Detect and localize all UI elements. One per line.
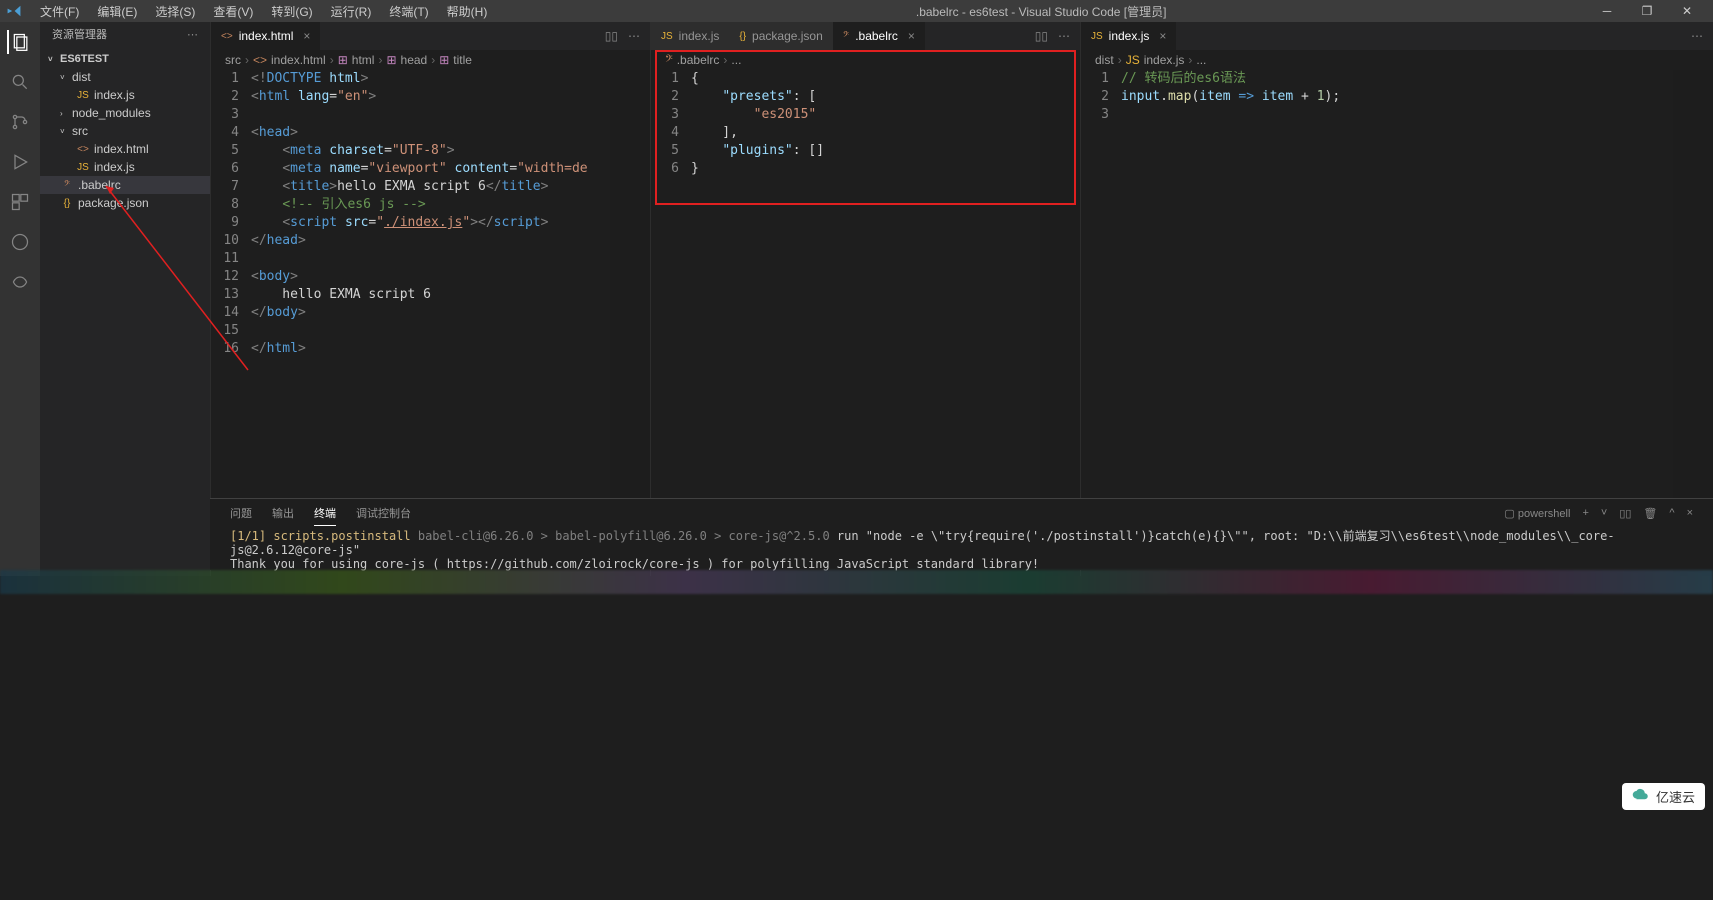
breadcrumb-3[interactable]: dist› JS index.js› ... [1081,50,1713,70]
terminal-shell-label[interactable]: ▢ powershell [1504,503,1570,524]
menu-run[interactable]: 运行(R) [323,1,380,22]
activity-bar [0,22,40,576]
search-icon[interactable] [8,70,32,94]
tab-indexhtml[interactable]: <>index.html× [211,22,320,50]
terminal-dropdown-icon[interactable]: ˅ [1601,503,1607,523]
panel-tab-output[interactable]: 输出 [272,501,294,525]
window-controls: ─ ❐ ✕ [1587,0,1707,22]
tabs-group-2: JSindex.js {}package.json 𝄢.babelrc× ▯▯ ⋯ [651,22,1080,50]
title-bar: 文件(F) 编辑(E) 选择(S) 查看(V) 转到(G) 运行(R) 终端(T… [0,0,1713,22]
close-icon[interactable]: × [908,29,915,43]
share-icon[interactable] [8,270,32,294]
panel-tab-terminal[interactable]: 终端 [314,501,336,526]
watermark-icon [1632,788,1650,806]
tree-folder-src: ˅src [40,122,210,140]
file-tree: ˅ES6TEST ˅dist JSindex.js ›node_modules … [40,46,210,216]
editor-group-2: JSindex.js {}package.json 𝄢.babelrc× ▯▯ ⋯… [650,22,1080,576]
tree-file-indexhtml[interactable]: <>index.html [40,140,210,158]
menu-edit[interactable]: 编辑(E) [89,1,145,22]
close-panel-icon[interactable]: × [1687,503,1693,523]
menu-file[interactable]: 文件(F) [32,1,87,22]
tree-folder-dist[interactable]: ˅dist [40,68,210,86]
editor-groups: <>index.html× ▯▯ ⋯ src› <> index.html› ⊞ … [210,22,1713,576]
tab-dist-indexjs[interactable]: JSindex.js× [1081,22,1176,50]
main-area: 资源管理器 ⋯ ˅ES6TEST ˅dist JSindex.js ›node_… [0,22,1713,576]
source-control-icon[interactable] [8,110,32,134]
image-artifact [0,570,1713,594]
tabs-group-3: JSindex.js× ⋯ [1081,22,1713,50]
panel-tab-debug[interactable]: 调试控制台 [356,501,411,525]
split-editor-icon[interactable]: ▯▯ [1035,29,1048,43]
more-icon[interactable]: ⋯ [1691,29,1703,43]
more-icon[interactable]: ⋯ [628,29,640,43]
maximize-button[interactable]: ❐ [1627,0,1667,22]
maximize-panel-icon[interactable]: ^ [1669,503,1674,523]
tree-file-babelrc[interactable]: 𝄢.babelrc [40,176,210,194]
menu-help[interactable]: 帮助(H) [439,1,496,22]
kill-terminal-icon[interactable]: 🗑 [1643,503,1657,524]
menu-view[interactable]: 查看(V) [205,1,261,22]
editor-group-3: JSindex.js× ⋯ dist› JS index.js› ... 123… [1080,22,1713,576]
explorer-icon[interactable] [7,30,31,54]
panel: 问题 输出 终端 调试控制台 ▢ powershell + ˅ ▯▯ 🗑 ^ ×… [210,498,1713,570]
minimize-button[interactable]: ─ [1587,0,1627,22]
close-icon[interactable]: × [1159,29,1166,43]
sidebar: 资源管理器 ⋯ ˅ES6TEST ˅dist JSindex.js ›node_… [40,22,210,576]
new-terminal-icon[interactable]: + [1582,503,1588,523]
tree-file-packagejson[interactable]: {}package.json [40,194,210,212]
menu-bar: 文件(F) 编辑(E) 选择(S) 查看(V) 转到(G) 运行(R) 终端(T… [32,1,495,22]
watermark-text: 亿速云 [1656,787,1695,806]
tree-folder-nodemodules[interactable]: ›node_modules [40,104,210,122]
menu-selection[interactable]: 选择(S) [147,1,203,22]
close-button[interactable]: ✕ [1667,0,1707,22]
tree-file-src-indexjs[interactable]: JSindex.js [40,158,210,176]
sidebar-title: 资源管理器 [52,26,107,42]
tab-packagejson[interactable]: {}package.json [729,22,832,50]
menu-go[interactable]: 转到(G) [263,1,320,22]
window-title: .babelrc - es6test - Visual Studio Code … [495,3,1587,20]
panel-tabs: 问题 输出 终端 调试控制台 ▢ powershell + ˅ ▯▯ 🗑 ^ × [210,499,1713,527]
extensions-icon[interactable] [8,190,32,214]
close-icon[interactable]: × [303,29,310,43]
split-terminal-icon[interactable]: ▯▯ [1619,503,1631,524]
vscode-icon [6,3,22,19]
watermark: 亿速云 [1622,783,1705,810]
split-editor-icon[interactable]: ▯▯ [605,29,618,43]
menu-terminal[interactable]: 终端(T) [381,1,436,22]
tree-root[interactable]: ˅ES6TEST [40,50,210,68]
breadcrumb-2[interactable]: 𝄢 .babelrc› ... [651,50,1080,70]
more-icon[interactable]: ⋯ [1058,29,1070,43]
tab-indexjs[interactable]: JSindex.js [651,22,729,50]
breadcrumb-1[interactable]: src› <> index.html› ⊞ html› ⊞ head› ⊞ ti… [211,50,650,70]
tree-file-dist-indexjs[interactable]: JSindex.js [40,86,210,104]
tab-babelrc[interactable]: 𝄢.babelrc× [833,22,925,50]
sidebar-header: 资源管理器 ⋯ [40,22,210,46]
remote-icon[interactable] [8,230,32,254]
sidebar-more-icon[interactable]: ⋯ [187,28,198,41]
editor-group-1: <>index.html× ▯▯ ⋯ src› <> index.html› ⊞ … [210,22,650,576]
panel-tab-problems[interactable]: 问题 [230,501,252,525]
run-debug-icon[interactable] [8,150,32,174]
tabs-group-1: <>index.html× ▯▯ ⋯ [211,22,650,50]
